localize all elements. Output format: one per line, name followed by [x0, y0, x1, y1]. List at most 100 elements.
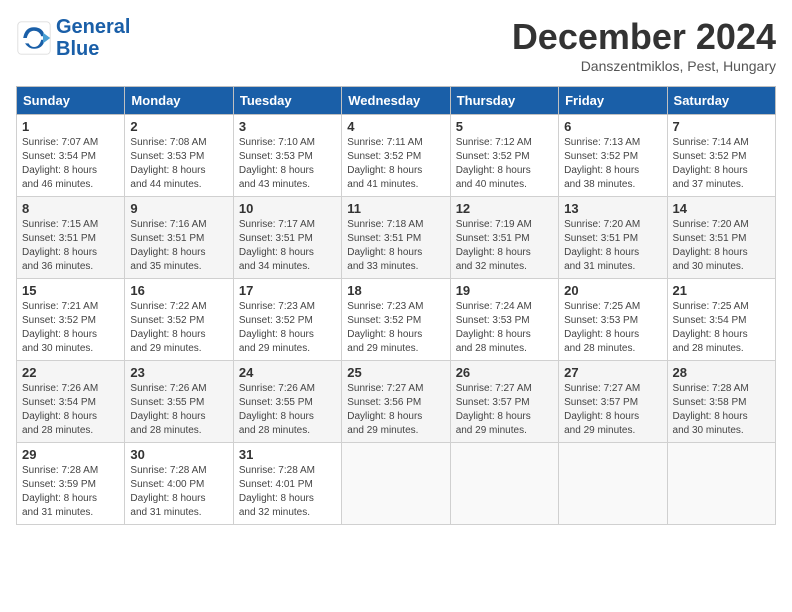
day-number: 6 — [564, 119, 661, 134]
day-number: 9 — [130, 201, 227, 216]
day-number: 21 — [673, 283, 770, 298]
day-info: Sunrise: 7:27 AMSunset: 3:56 PMDaylight:… — [347, 382, 444, 438]
calendar-cell: 7Sunrise: 7:14 AMSunset: 3:52 PMDaylight… — [667, 115, 775, 197]
calendar-cell: 14Sunrise: 7:20 AMSunset: 3:51 PMDayligh… — [667, 197, 775, 279]
calendar-cell: 19 Sunrise: 7:24 AMSunset: 3:53 PMDayligh… — [450, 279, 558, 361]
calendar-cell: 6 Sunrise: 7:13 AMSunset: 3:52 PMDaylight… — [559, 115, 667, 197]
calendar-cell: 16 Sunrise: 7:22 AMSunset: 3:52 PMDayligh… — [125, 279, 233, 361]
calendar-cell: 29 Sunrise: 7:28 AMSunset: 3:59 PMDayligh… — [17, 443, 125, 525]
day-number: 3 — [239, 119, 336, 134]
day-info: Sunrise: 7:19 AMSunset: 3:51 PMDaylight:… — [456, 218, 553, 274]
calendar-cell: 13Sunrise: 7:20 AMSunset: 3:51 PMDayligh… — [559, 197, 667, 279]
calendar-cell — [342, 443, 450, 525]
day-info: Sunrise: 7:14 AMSunset: 3:52 PMDaylight:… — [673, 136, 770, 192]
day-number: 2 — [130, 119, 227, 134]
day-number: 12 — [456, 201, 553, 216]
page-header: General Blue December 2024 Danszentmiklo… — [16, 16, 776, 74]
day-info: Sunrise: 7:18 AMSunset: 3:51 PMDaylight:… — [347, 218, 444, 274]
day-info: Sunrise: 7:25 AMSunset: 3:53 PMDaylight:… — [564, 300, 661, 356]
calendar-cell: 11 Sunrise: 7:18 AMSunset: 3:51 PMDayligh… — [342, 197, 450, 279]
day-info: Sunrise: 7:21 AMSunset: 3:52 PMDaylight:… — [22, 300, 119, 356]
day-number: 18 — [347, 283, 444, 298]
calendar-header-row: Sunday Monday Tuesday Wednesday Thursday… — [17, 87, 776, 115]
calendar-cell: 10 Sunrise: 7:17 AMSunset: 3:51 PMDayligh… — [233, 197, 341, 279]
day-number: 15 — [22, 283, 119, 298]
day-info: Sunrise: 7:13 AMSunset: 3:52 PMDaylight:… — [564, 136, 661, 192]
col-saturday: Saturday — [667, 87, 775, 115]
day-info: Sunrise: 7:16 AMSunset: 3:51 PMDaylight:… — [130, 218, 227, 274]
day-info: Sunrise: 7:28 AMSunset: 4:00 PMDaylight:… — [130, 464, 227, 520]
logo-icon — [16, 20, 52, 56]
day-number: 30 — [130, 447, 227, 462]
day-info: Sunrise: 7:28 AMSunset: 4:01 PMDaylight:… — [239, 464, 336, 520]
calendar-cell: 4Sunrise: 7:11 AMSunset: 3:52 PMDaylight… — [342, 115, 450, 197]
day-info: Sunrise: 7:26 AMSunset: 3:55 PMDaylight:… — [130, 382, 227, 438]
day-info: Sunrise: 7:22 AMSunset: 3:52 PMDaylight:… — [130, 300, 227, 356]
calendar-cell: 24 Sunrise: 7:26 AMSunset: 3:55 PMDayligh… — [233, 361, 341, 443]
calendar-cell: 20Sunrise: 7:25 AMSunset: 3:53 PMDayligh… — [559, 279, 667, 361]
day-info: Sunrise: 7:26 AMSunset: 3:55 PMDaylight:… — [239, 382, 336, 438]
calendar-cell: 17 Sunrise: 7:23 AMSunset: 3:52 PMDayligh… — [233, 279, 341, 361]
col-wednesday: Wednesday — [342, 87, 450, 115]
day-number: 24 — [239, 365, 336, 380]
calendar-cell — [450, 443, 558, 525]
day-info: Sunrise: 7:23 AMSunset: 3:52 PMDaylight:… — [347, 300, 444, 356]
calendar-cell: 28 Sunrise: 7:28 AMSunset: 3:58 PMDayligh… — [667, 361, 775, 443]
calendar-cell: 21 Sunrise: 7:25 AMSunset: 3:54 PMDayligh… — [667, 279, 775, 361]
calendar-cell: 22Sunrise: 7:26 AMSunset: 3:54 PMDayligh… — [17, 361, 125, 443]
day-number: 16 — [130, 283, 227, 298]
day-info: Sunrise: 7:12 AMSunset: 3:52 PMDaylight:… — [456, 136, 553, 192]
calendar-cell: 2 Sunrise: 7:08 AMSunset: 3:53 PMDaylight… — [125, 115, 233, 197]
location: Danszentmiklos, Pest, Hungary — [512, 58, 776, 74]
col-tuesday: Tuesday — [233, 87, 341, 115]
calendar-cell: 9 Sunrise: 7:16 AMSunset: 3:51 PMDaylight… — [125, 197, 233, 279]
day-number: 31 — [239, 447, 336, 462]
day-info: Sunrise: 7:28 AMSunset: 3:58 PMDaylight:… — [673, 382, 770, 438]
calendar-cell — [667, 443, 775, 525]
day-info: Sunrise: 7:28 AMSunset: 3:59 PMDaylight:… — [22, 464, 119, 520]
day-number: 11 — [347, 201, 444, 216]
day-info: Sunrise: 7:11 AMSunset: 3:52 PMDaylight:… — [347, 136, 444, 192]
day-info: Sunrise: 7:10 AMSunset: 3:53 PMDaylight:… — [239, 136, 336, 192]
col-thursday: Thursday — [450, 87, 558, 115]
calendar-cell: 30 Sunrise: 7:28 AMSunset: 4:00 PMDayligh… — [125, 443, 233, 525]
calendar-cell: 23 Sunrise: 7:26 AMSunset: 3:55 PMDayligh… — [125, 361, 233, 443]
calendar-cell: 31 Sunrise: 7:28 AMSunset: 4:01 PMDayligh… — [233, 443, 341, 525]
day-info: Sunrise: 7:27 AMSunset: 3:57 PMDaylight:… — [456, 382, 553, 438]
logo-text: General Blue — [56, 16, 130, 60]
col-sunday: Sunday — [17, 87, 125, 115]
day-number: 23 — [130, 365, 227, 380]
day-info: Sunrise: 7:20 AMSunset: 3:51 PMDaylight:… — [564, 218, 661, 274]
day-number: 29 — [22, 447, 119, 462]
day-number: 17 — [239, 283, 336, 298]
calendar-cell: 12 Sunrise: 7:19 AMSunset: 3:51 PMDayligh… — [450, 197, 558, 279]
day-number: 28 — [673, 365, 770, 380]
logo-line1: General — [56, 16, 130, 38]
day-info: Sunrise: 7:24 AMSunset: 3:53 PMDaylight:… — [456, 300, 553, 356]
day-info: Sunrise: 7:23 AMSunset: 3:52 PMDaylight:… — [239, 300, 336, 356]
calendar-week-row: 8Sunrise: 7:15 AMSunset: 3:51 PMDaylight… — [17, 197, 776, 279]
day-info: Sunrise: 7:27 AMSunset: 3:57 PMDaylight:… — [564, 382, 661, 438]
day-info: Sunrise: 7:26 AMSunset: 3:54 PMDaylight:… — [22, 382, 119, 438]
day-info: Sunrise: 7:15 AMSunset: 3:51 PMDaylight:… — [22, 218, 119, 274]
calendar-cell: 18 Sunrise: 7:23 AMSunset: 3:52 PMDayligh… — [342, 279, 450, 361]
calendar-cell: 27Sunrise: 7:27 AMSunset: 3:57 PMDayligh… — [559, 361, 667, 443]
day-number: 25 — [347, 365, 444, 380]
calendar-cell: 15 Sunrise: 7:21 AMSunset: 3:52 PMDayligh… — [17, 279, 125, 361]
col-friday: Friday — [559, 87, 667, 115]
calendar-cell: 3 Sunrise: 7:10 AMSunset: 3:53 PMDaylight… — [233, 115, 341, 197]
day-info: Sunrise: 7:17 AMSunset: 3:51 PMDaylight:… — [239, 218, 336, 274]
day-number: 5 — [456, 119, 553, 134]
calendar-week-row: 1Sunrise: 7:07 AMSunset: 3:54 PMDaylight… — [17, 115, 776, 197]
month-title: December 2024 — [512, 16, 776, 58]
day-info: Sunrise: 7:08 AMSunset: 3:53 PMDaylight:… — [130, 136, 227, 192]
day-number: 10 — [239, 201, 336, 216]
calendar-week-row: 22Sunrise: 7:26 AMSunset: 3:54 PMDayligh… — [17, 361, 776, 443]
day-info: Sunrise: 7:25 AMSunset: 3:54 PMDaylight:… — [673, 300, 770, 356]
logo: General Blue — [16, 16, 130, 60]
day-info: Sunrise: 7:20 AMSunset: 3:51 PMDaylight:… — [673, 218, 770, 274]
calendar-week-row: 15 Sunrise: 7:21 AMSunset: 3:52 PMDayligh… — [17, 279, 776, 361]
calendar-week-row: 29 Sunrise: 7:28 AMSunset: 3:59 PMDayligh… — [17, 443, 776, 525]
day-number: 26 — [456, 365, 553, 380]
day-number: 19 — [456, 283, 553, 298]
